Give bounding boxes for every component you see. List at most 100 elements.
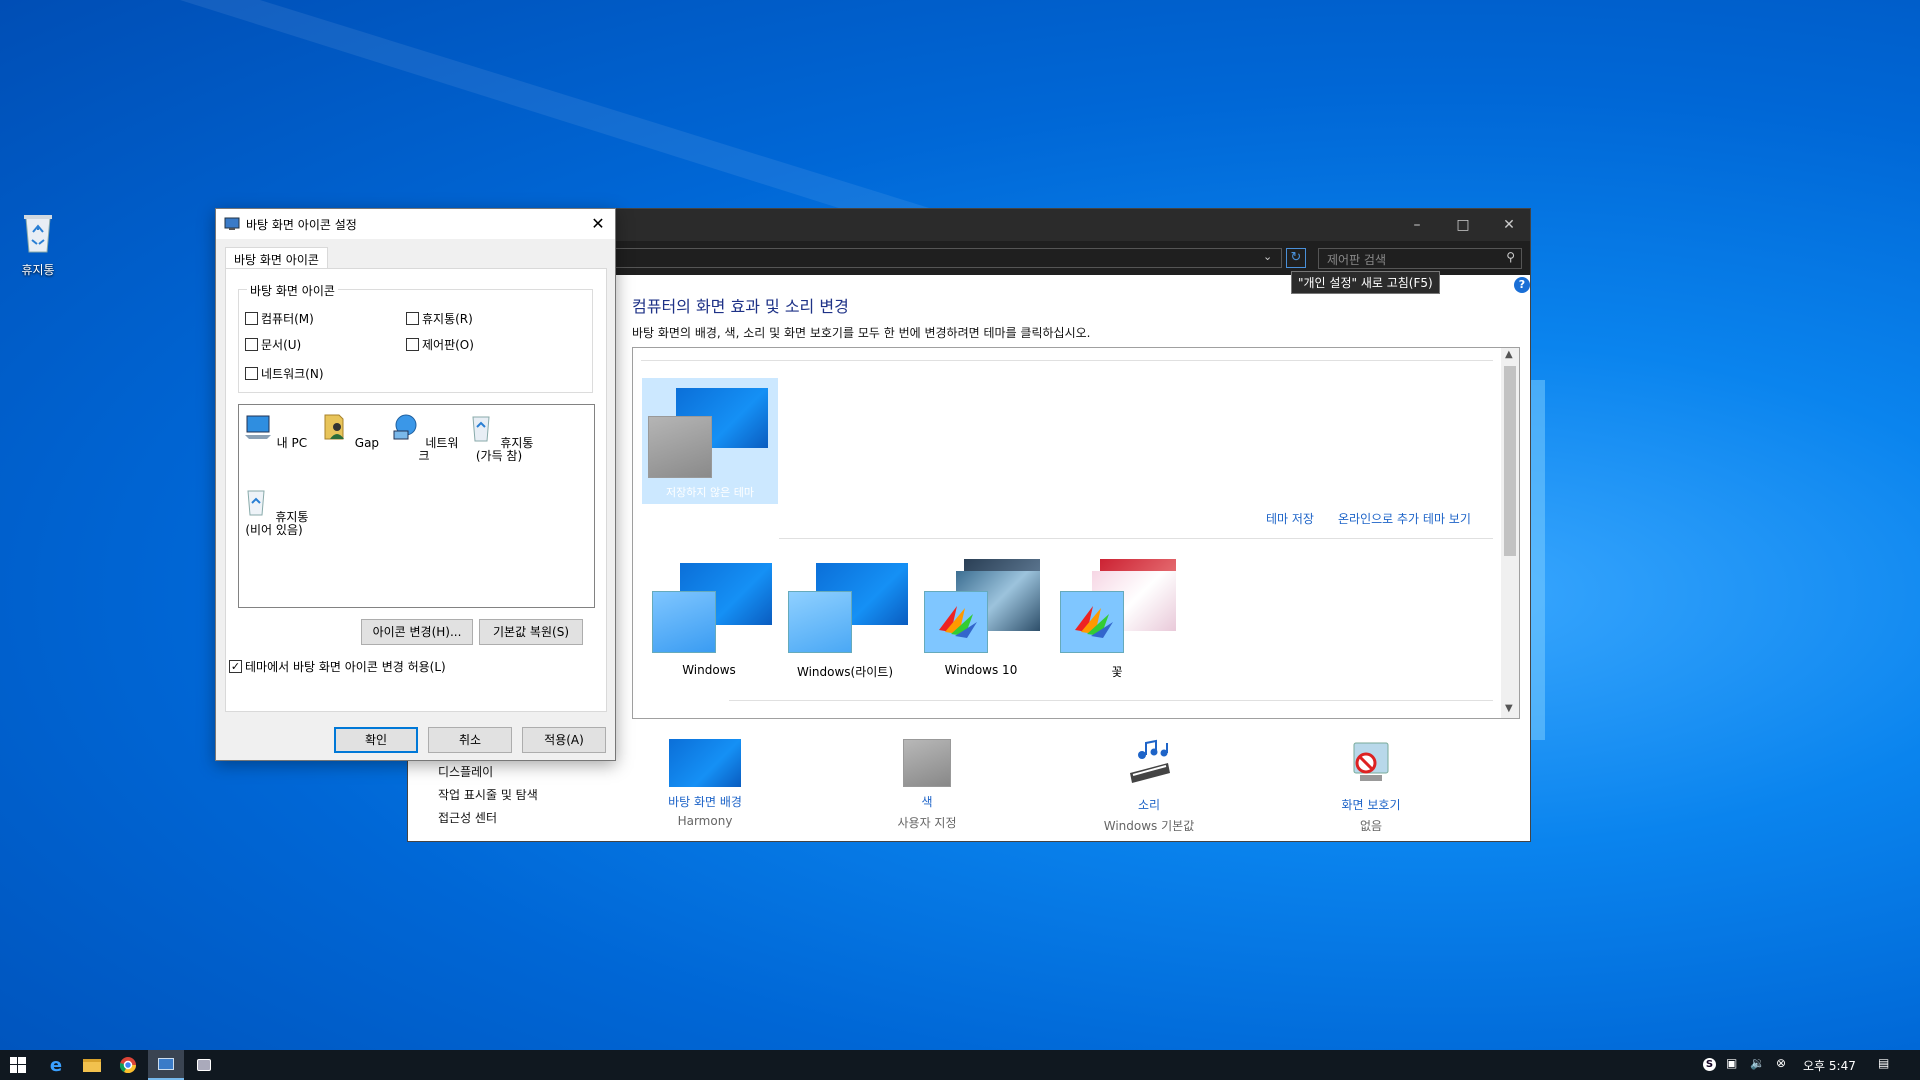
checkbox-box[interactable] <box>245 338 258 351</box>
save-theme-link[interactable]: 테마 저장 <box>1266 510 1314 527</box>
checkbox-recycle-bin[interactable]: 휴지통(R) <box>406 310 473 327</box>
bottom-title: 화면 보호기 <box>1341 798 1401 812</box>
recycle-bin-empty-icon <box>246 490 265 516</box>
checkbox-box[interactable] <box>406 338 419 351</box>
tab-panel: 바탕 화면 아이콘 컴퓨터(M) 휴지통(R) 문서(U) 제어판(O) 네트워… <box>225 268 607 712</box>
monitor-icon <box>224 217 240 230</box>
personalization-taskbar-button[interactable] <box>148 1050 184 1080</box>
checkbox-label: 휴지통(R) <box>422 312 473 326</box>
theme-windows[interactable]: Windows <box>641 563 777 677</box>
change-icon-button[interactable]: 아이콘 변경(H)... <box>361 619 473 645</box>
refresh-tooltip: "개인 설정" 새로 고침(F5) <box>1291 271 1440 294</box>
color-item[interactable]: 색 사용자 지정 <box>852 739 1002 831</box>
cancel-button[interactable]: 취소 <box>428 727 512 753</box>
checkbox-box[interactable] <box>406 312 419 325</box>
close-button[interactable]: ✕ <box>1486 209 1532 241</box>
scrollbar-thumb[interactable] <box>1504 366 1516 556</box>
file-explorer-button[interactable] <box>74 1050 110 1080</box>
bottom-sub: 사용자 지정 <box>897 816 957 830</box>
ok-button[interactable]: 확인 <box>334 727 418 753</box>
icon-user-folder[interactable]: Gap <box>314 411 384 450</box>
theme-list: 저장하지 않은 테마 테마 저장 온라인으로 추가 테마 보기 Windows … <box>632 347 1520 719</box>
desktop-icon-settings-dialog: 바탕 화면 아이콘 설정 ✕ 바탕 화면 아이콘 바탕 화면 아이콘 컴퓨터(M… <box>215 208 616 761</box>
theme-flowers[interactable]: 꽃 <box>1049 559 1185 680</box>
search-input[interactable]: 제어판 검색 ⚲ <box>1318 248 1522 269</box>
desktop-recycle-bin[interactable]: 휴지통 <box>8 210 68 278</box>
dialog-title: 바탕 화면 아이콘 설정 <box>246 218 357 232</box>
close-circle-icon[interactable]: ⊗ <box>1776 1056 1786 1070</box>
checkbox-label: 제어판(O) <box>422 338 474 352</box>
chrome-button[interactable] <box>110 1050 146 1080</box>
theme-list-scrollbar[interactable]: ▲ ▼ <box>1501 348 1519 718</box>
taskbar-link[interactable]: 작업 표시줄 및 탐색 <box>438 784 538 807</box>
scroll-up-icon[interactable]: ▲ <box>1505 349 1513 360</box>
more-themes-link[interactable]: 온라인으로 추가 테마 보기 <box>1338 510 1471 527</box>
action-center-icon[interactable]: ▤ <box>1878 1056 1889 1070</box>
volume-icon[interactable]: 🔉 <box>1750 1056 1765 1070</box>
chevron-down-icon[interactable]: ⌄ <box>1263 250 1272 263</box>
checkbox-computer[interactable]: 컴퓨터(M) <box>245 310 314 327</box>
checkbox-label: 문서(U) <box>261 338 302 352</box>
recycle-bin-full-icon <box>471 416 490 442</box>
color-swatch-icon <box>903 739 951 787</box>
minimize-button[interactable]: – <box>1394 209 1440 241</box>
screen-saver-icon <box>1353 742 1389 781</box>
icon-recycle-empty[interactable]: 휴지통 (비어 있음) <box>239 485 309 537</box>
maximize-button[interactable]: □ <box>1440 209 1486 241</box>
tab-desktop-icons[interactable]: 바탕 화면 아이콘 <box>225 247 328 269</box>
icon-this-pc[interactable]: 내 PC <box>239 411 309 450</box>
unsaved-theme[interactable]: 저장하지 않은 테마 <box>642 378 778 504</box>
search-icon: ⚲ <box>1506 250 1515 264</box>
dialog-close-button[interactable]: ✕ <box>580 209 616 239</box>
ease-of-access-link[interactable]: 접근성 센터 <box>438 807 538 830</box>
color-wheel-icon <box>1075 606 1113 638</box>
checkbox-box-checked[interactable]: ✓ <box>229 660 242 673</box>
theme-windows-light[interactable]: Windows(라이트) <box>777 563 913 680</box>
checkbox-box[interactable] <box>245 367 258 380</box>
sound-icon <box>1130 739 1170 783</box>
desktop-background-item[interactable]: 바탕 화면 배경 Harmony <box>630 739 780 828</box>
network-icon[interactable]: ▣ <box>1726 1056 1737 1070</box>
tray-app-icon[interactable]: S <box>1703 1056 1716 1071</box>
icon-label: Gap <box>354 436 380 450</box>
restore-default-button[interactable]: 기본값 복원(S) <box>479 619 583 645</box>
clock[interactable]: 오후 5:47 <box>1803 1057 1856 1074</box>
checkbox-box[interactable] <box>245 312 258 325</box>
bottom-title: 소리 <box>1137 798 1161 812</box>
edge-button[interactable]: e <box>38 1050 74 1080</box>
recycle-bin-icon <box>24 215 52 253</box>
icon-list[interactable]: 내 PC Gap 네트워크 휴지통 (가득 참) 휴지통 (비어 있음) <box>238 404 595 608</box>
theme-label: Windows 10 <box>944 663 1018 677</box>
refresh-icon[interactable]: ↻ <box>1286 248 1306 268</box>
page-description: 바탕 화면의 배경, 색, 소리 및 화면 보호기를 모두 한 번에 변경하려면… <box>632 326 1091 340</box>
see-also-links: 디스플레이 작업 표시줄 및 탐색 접근성 센터 <box>438 761 538 830</box>
address-bar[interactable]: ⌄ <box>608 248 1282 268</box>
checkbox-label: 네트워크(N) <box>261 367 324 381</box>
theme-color-thumb <box>648 416 712 478</box>
display-settings-icon <box>197 1059 211 1071</box>
theme-windows10[interactable]: Windows 10 <box>913 559 1049 677</box>
screen-saver-item[interactable]: 화면 보호기 없음 <box>1296 739 1446 834</box>
bottom-sub: Windows 기본값 <box>1103 819 1195 833</box>
settings-taskbar-button[interactable] <box>186 1050 222 1080</box>
network-icon <box>393 414 417 440</box>
checkbox-allow-themes[interactable]: ✓ 테마에서 바탕 화면 아이콘 변경 허용(L) <box>229 658 446 675</box>
bottom-title: 바탕 화면 배경 <box>668 795 742 809</box>
dialog-titlebar[interactable]: 바탕 화면 아이콘 설정 ✕ <box>216 209 615 239</box>
bottom-sub: Harmony <box>677 814 733 828</box>
user-folder-icon <box>324 414 344 440</box>
sounds-item[interactable]: 소리 Windows 기본값 <box>1074 739 1224 834</box>
unsaved-theme-label: 저장하지 않은 테마 <box>666 486 754 499</box>
icon-recycle-full[interactable]: 휴지통 (가득 참) <box>464 411 534 463</box>
checkbox-network[interactable]: 네트워크(N) <box>245 365 324 382</box>
page-title: 컴퓨터의 화면 효과 및 소리 변경 <box>632 297 849 316</box>
scroll-down-icon[interactable]: ▼ <box>1505 703 1513 714</box>
help-icon[interactable]: ? <box>1514 277 1530 293</box>
icon-network[interactable]: 네트워크 <box>389 411 459 463</box>
apply-button[interactable]: 적용(A) <box>522 727 606 753</box>
display-link[interactable]: 디스플레이 <box>438 761 538 784</box>
color-wheel-icon <box>939 606 977 638</box>
checkbox-control-panel[interactable]: 제어판(O) <box>406 336 474 353</box>
checkbox-documents[interactable]: 문서(U) <box>245 336 301 353</box>
start-button[interactable] <box>0 1050 36 1080</box>
